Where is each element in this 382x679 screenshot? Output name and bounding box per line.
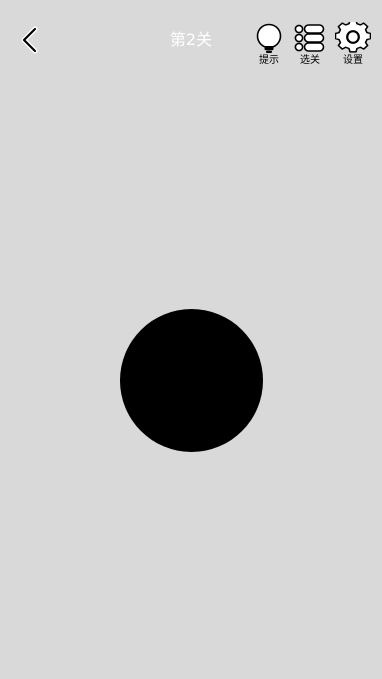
top-bar: 第2关 提示 选关 设置 (0, 0, 382, 80)
lightbulb-icon (254, 22, 284, 54)
settings-label: 设置 (343, 55, 363, 66)
level-select-button[interactable]: 选关 (290, 22, 330, 74)
level-select-label: 选关 (300, 55, 320, 66)
gear-icon (335, 22, 371, 54)
back-chevron-icon (18, 26, 42, 54)
game-area (0, 80, 382, 679)
hint-button[interactable]: 提示 (249, 22, 289, 74)
level-title: 第2关 (169, 30, 213, 49)
black-circle[interactable] (120, 309, 263, 452)
settings-button[interactable]: 设置 (333, 22, 373, 74)
level-list-icon (293, 22, 327, 54)
hint-label: 提示 (259, 55, 279, 66)
back-button[interactable] (10, 20, 50, 60)
